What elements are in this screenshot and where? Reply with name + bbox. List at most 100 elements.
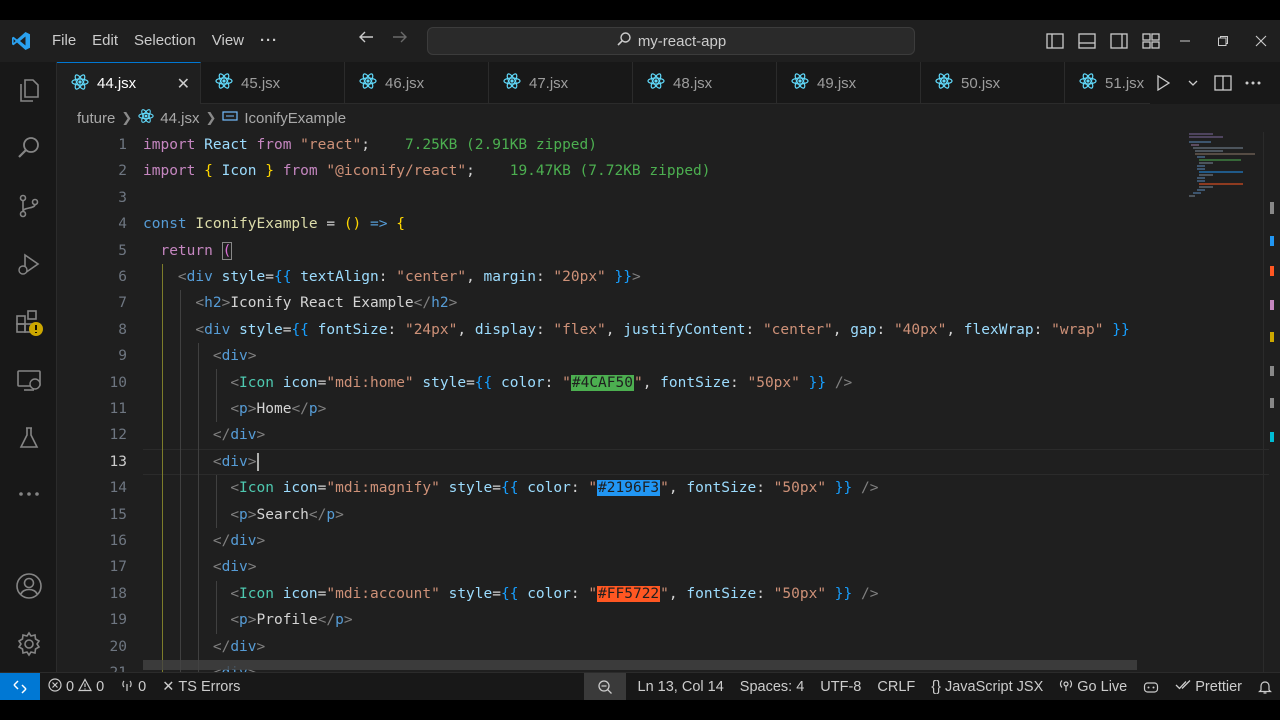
broadcast-icon (1059, 678, 1073, 696)
end-of-line[interactable]: CRLF (869, 673, 923, 701)
braces-icon: {} (931, 678, 941, 695)
scroll-marker (1270, 202, 1274, 214)
explorer-icon[interactable] (0, 66, 57, 114)
copilot-icon[interactable] (1135, 673, 1167, 701)
menu-selection[interactable]: Selection (126, 27, 204, 55)
run-and-debug-icon[interactable] (0, 240, 57, 288)
line-number: 8 (118, 321, 127, 338)
horizontal-scrollbar[interactable] (143, 660, 1137, 670)
line-number: 10 (109, 374, 127, 391)
language-mode[interactable]: {} JavaScript JSX (923, 673, 1051, 701)
menu-more[interactable]: ··· (252, 27, 286, 55)
menu-edit[interactable]: Edit (84, 27, 126, 55)
tab-50-jsx[interactable]: 50.jsx (921, 62, 1065, 104)
tab-label: 44.jsx (97, 75, 137, 92)
line-number: 6 (118, 269, 127, 285)
problems-indicator[interactable]: 0 0 (40, 673, 112, 701)
tab-label: 51.jsx (1105, 74, 1145, 92)
color-swatch-search: #2196F3 (597, 480, 661, 497)
menu-view[interactable]: View (204, 27, 252, 55)
screen-top-margin (0, 0, 1280, 20)
go-live-button[interactable]: Go Live (1051, 673, 1135, 701)
forward-arrow-icon[interactable] (390, 28, 410, 51)
editor-actions (1150, 62, 1280, 104)
cursor-position[interactable]: Ln 13, Col 14 (630, 673, 732, 701)
code-area[interactable]: import React from "react"; 7.25KB (2.91K… (143, 132, 1269, 672)
split-editor-icon[interactable] (1210, 70, 1236, 96)
line-number: 11 (109, 401, 127, 417)
prettier-button[interactable]: Prettier (1167, 673, 1250, 701)
minimize-icon[interactable] (1166, 20, 1204, 62)
scroll-marker (1270, 300, 1274, 310)
prettier-label: Prettier (1195, 678, 1242, 695)
code-line: <div style={{ textAlign: "center", margi… (177, 269, 641, 285)
accounts-icon[interactable] (0, 562, 57, 610)
command-center-search[interactable]: my-react-app (427, 27, 915, 55)
remote-indicator-icon[interactable] (0, 672, 40, 701)
toggle-panel-icon[interactable] (1076, 30, 1098, 52)
manage-gear-icon[interactable] (0, 620, 57, 668)
ts-errors-button[interactable]: ✕ TS Errors (154, 673, 248, 701)
search-text: my-react-app (637, 32, 727, 50)
indentation[interactable]: Spaces: 4 (732, 673, 813, 701)
line-number: 15 (109, 506, 127, 523)
react-file-icon (215, 72, 233, 94)
line-number: 21 (71, 660, 127, 672)
tab-44-jsx[interactable]: 44.jsx ✕ (57, 62, 201, 104)
code-line: <div> (212, 348, 257, 365)
vscode-logo-icon (0, 20, 42, 62)
navigation-arrows (356, 28, 410, 51)
tab-47-jsx[interactable]: 47.jsx (489, 62, 633, 104)
breadcrumb-file[interactable]: 44.jsx (160, 110, 199, 127)
close-window-icon[interactable] (1242, 20, 1280, 62)
tab-49-jsx[interactable]: 49.jsx (777, 62, 921, 104)
line-number: 12 (109, 427, 127, 444)
minimap[interactable] (1183, 132, 1263, 672)
tab-label: 50.jsx (961, 74, 1001, 92)
code-line-current: <div> (212, 452, 259, 471)
react-file-icon (359, 72, 377, 94)
toggle-primary-sidebar-icon[interactable] (1044, 30, 1066, 52)
color-swatch-home: #4CAF50 (570, 374, 634, 391)
breadcrumb-folder[interactable]: future (77, 110, 115, 127)
testing-flask-icon[interactable] (0, 414, 57, 462)
encoding[interactable]: UTF-8 (812, 673, 869, 701)
chevron-down-icon[interactable] (1180, 70, 1206, 96)
ports-indicator[interactable]: 0 (112, 673, 154, 701)
language-label: JavaScript JSX (944, 678, 1044, 695)
back-arrow-icon[interactable] (356, 28, 376, 51)
more-actions-icon[interactable] (1240, 70, 1266, 96)
customize-layout-icon[interactable] (1140, 30, 1162, 52)
close-tab-icon[interactable]: ✕ (177, 74, 190, 94)
code-line: <Icon icon="mdi:account" style={{ color:… (230, 585, 879, 602)
vertical-scrollbar[interactable] (1263, 132, 1280, 672)
extensions-icon[interactable] (0, 298, 57, 346)
zoom-icon[interactable] (583, 672, 626, 701)
scroll-marker (1270, 398, 1274, 408)
search-sidebar-icon[interactable] (0, 124, 57, 172)
react-file-icon (71, 73, 89, 95)
code-editor[interactable]: 1 2 3 4 5 6 7 8 9 10 11 12 13 14 15 16 1… (57, 132, 1280, 672)
run-play-icon[interactable] (1150, 70, 1176, 96)
react-file-icon (935, 72, 953, 94)
more-views-icon[interactable] (0, 470, 57, 518)
line-number-gutter: 1 2 3 4 5 6 7 8 9 10 11 12 13 14 15 16 1… (57, 132, 127, 672)
import-size-hint: 7.25KB (2.91KB zipped) (404, 137, 597, 153)
import-size-hint: 19.47KB (7.72KB zipped) (509, 163, 711, 180)
tab-45-jsx[interactable]: 45.jsx (201, 62, 345, 104)
source-control-icon[interactable] (0, 182, 57, 230)
tab-label: 49.jsx (817, 74, 857, 92)
tab-label: 46.jsx (385, 74, 425, 92)
scroll-marker (1270, 266, 1274, 276)
react-file-icon (138, 108, 154, 128)
menu-file[interactable]: File (44, 27, 84, 55)
tab-48-jsx[interactable]: 48.jsx (633, 62, 777, 104)
screen-bottom-margin (0, 700, 1280, 720)
restore-icon[interactable] (1204, 20, 1242, 62)
code-line: <p>Search</p> (230, 506, 344, 523)
breadcrumb-symbol[interactable]: IconifyExample (244, 110, 346, 127)
tab-46-jsx[interactable]: 46.jsx (345, 62, 489, 104)
toggle-secondary-sidebar-icon[interactable] (1108, 30, 1130, 52)
remote-explorer-icon[interactable] (0, 356, 57, 404)
notifications-bell-icon[interactable] (1250, 673, 1280, 701)
